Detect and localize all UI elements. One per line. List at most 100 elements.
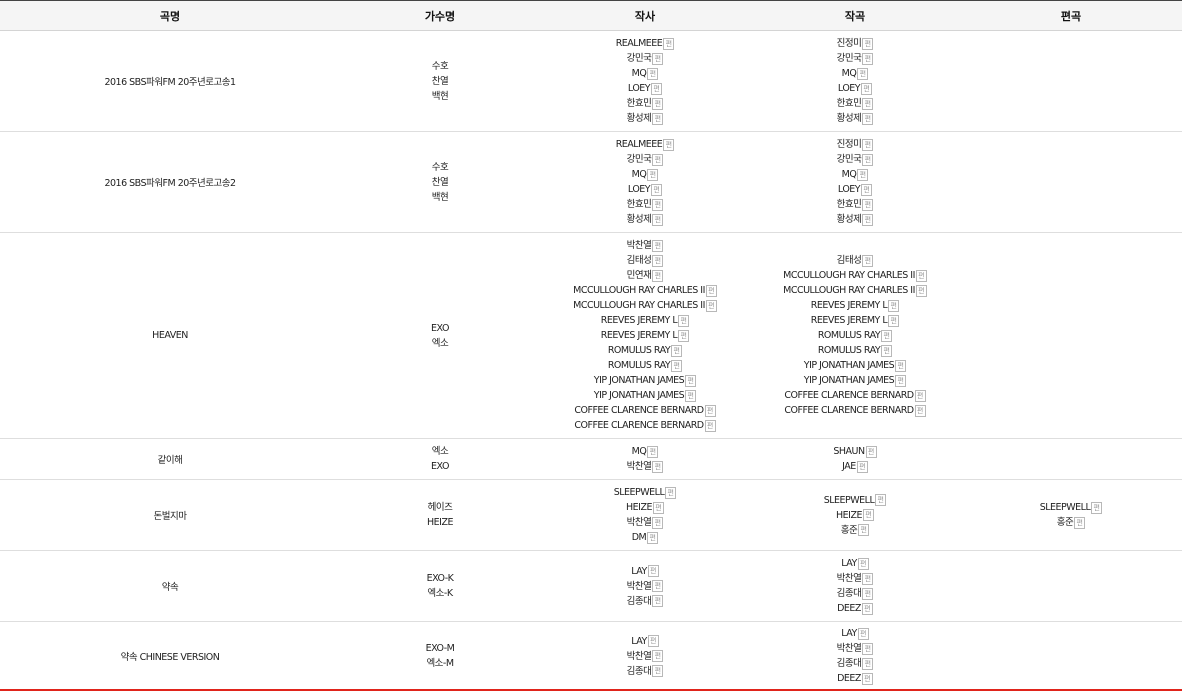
edit-badge-icon[interactable]: 편 xyxy=(652,97,664,110)
lyricist-name[interactable]: 김태성 xyxy=(627,253,652,268)
lyricist-name[interactable]: ROMULUS RAY xyxy=(608,358,671,373)
artist-name[interactable]: 백현 xyxy=(432,190,449,205)
lyricist-name[interactable]: 민연재 xyxy=(627,268,652,283)
edit-badge-icon[interactable]: 편 xyxy=(888,314,900,327)
artist-name[interactable]: 백현 xyxy=(432,89,449,104)
composer-name[interactable]: SHAUN xyxy=(833,444,865,459)
composer-name[interactable]: 박찬열 xyxy=(837,571,862,586)
artist-name[interactable]: 수호 xyxy=(432,160,449,175)
artist-name[interactable]: EXO xyxy=(431,321,449,336)
edit-badge-icon[interactable]: 편 xyxy=(671,344,683,357)
composer-name[interactable]: 진정미 xyxy=(837,36,862,51)
edit-badge-icon[interactable]: 편 xyxy=(856,460,868,473)
edit-badge-icon[interactable]: 편 xyxy=(857,557,869,570)
edit-badge-icon[interactable]: 편 xyxy=(862,198,874,211)
lyricist-name[interactable]: 박찬열 xyxy=(627,515,652,530)
edit-badge-icon[interactable]: 편 xyxy=(671,359,683,372)
composer-name[interactable]: LOEY xyxy=(838,182,861,197)
edit-badge-icon[interactable]: 편 xyxy=(647,168,659,181)
lyricist-name[interactable]: LAY xyxy=(631,634,647,649)
song-title[interactable]: 같이해 xyxy=(0,438,340,480)
lyricist-name[interactable]: 박찬열 xyxy=(627,579,652,594)
edit-badge-icon[interactable]: 편 xyxy=(895,359,907,372)
lyricist-name[interactable]: REALMEEE xyxy=(616,36,663,51)
composer-name[interactable]: 한효민 xyxy=(837,197,862,212)
lyricist-name[interactable]: MQ xyxy=(632,66,647,81)
edit-badge-icon[interactable]: 편 xyxy=(652,254,664,267)
edit-badge-icon[interactable]: 편 xyxy=(663,37,675,50)
edit-badge-icon[interactable]: 편 xyxy=(704,404,716,417)
composer-name[interactable]: MCCULLOUGH RAY CHARLES II xyxy=(783,283,915,298)
lyricist-name[interactable]: 박찬열 xyxy=(627,238,652,253)
song-title[interactable]: 돈벌지마 xyxy=(0,479,340,551)
edit-badge-icon[interactable]: 편 xyxy=(857,168,869,181)
edit-badge-icon[interactable]: 편 xyxy=(685,389,697,402)
edit-badge-icon[interactable]: 편 xyxy=(652,650,664,662)
composer-name[interactable]: LAY xyxy=(841,626,857,641)
lyricist-name[interactable]: COFFEE CLARENCE BERNARD xyxy=(574,403,704,418)
edit-badge-icon[interactable]: 편 xyxy=(652,501,664,514)
composer-name[interactable]: SLEEPWELL xyxy=(824,493,875,508)
lyricist-name[interactable]: MCCULLOUGH RAY CHARLES II xyxy=(573,298,705,313)
edit-badge-icon[interactable]: 편 xyxy=(678,329,690,342)
lyricist-name[interactable]: 박찬열 xyxy=(627,649,652,664)
artist-name[interactable]: 엑소-M xyxy=(426,656,454,671)
edit-badge-icon[interactable]: 편 xyxy=(862,52,874,65)
edit-badge-icon[interactable]: 편 xyxy=(888,299,900,312)
lyricist-name[interactable]: YIP JONATHAN JAMES xyxy=(594,373,685,388)
edit-badge-icon[interactable]: 편 xyxy=(862,138,874,151)
composer-name[interactable]: 황성제 xyxy=(837,111,862,126)
edit-badge-icon[interactable]: 편 xyxy=(652,112,664,125)
composer-name[interactable]: 김종대 xyxy=(837,656,862,671)
edit-badge-icon[interactable]: 편 xyxy=(862,509,874,521)
lyricist-name[interactable]: 김종대 xyxy=(627,594,652,609)
composer-name[interactable]: MQ xyxy=(842,167,857,182)
edit-badge-icon[interactable]: 편 xyxy=(652,269,664,282)
edit-badge-icon[interactable]: 편 xyxy=(862,112,874,125)
edit-badge-icon[interactable]: 편 xyxy=(862,213,874,226)
lyricist-name[interactable]: REALMEEE xyxy=(616,137,663,152)
edit-badge-icon[interactable]: 편 xyxy=(652,153,664,166)
edit-badge-icon[interactable]: 편 xyxy=(651,183,663,196)
edit-badge-icon[interactable]: 편 xyxy=(858,524,870,536)
composer-name[interactable]: COFFEE CLARENCE BERNARD xyxy=(784,403,914,418)
edit-badge-icon[interactable]: 편 xyxy=(651,82,663,95)
artist-name[interactable]: 찬열 xyxy=(432,175,449,190)
lyricist-name[interactable]: LAY xyxy=(631,564,647,579)
lyricist-name[interactable]: 김종대 xyxy=(627,664,652,679)
edit-badge-icon[interactable]: 편 xyxy=(652,213,664,226)
composer-name[interactable]: 홍준 xyxy=(841,523,858,538)
song-title[interactable]: 2016 SBS파워FM 20주년로고송2 xyxy=(0,131,340,233)
artist-name[interactable]: 엑소 xyxy=(432,444,449,459)
lyricist-name[interactable]: YIP JONATHAN JAMES xyxy=(594,388,685,403)
edit-badge-icon[interactable]: 편 xyxy=(652,460,664,473)
edit-badge-icon[interactable]: 편 xyxy=(652,580,664,592)
edit-badge-icon[interactable]: 편 xyxy=(652,516,664,529)
edit-badge-icon[interactable]: 편 xyxy=(914,389,926,402)
edit-badge-icon[interactable]: 편 xyxy=(862,37,874,50)
song-title[interactable]: HEAVEN xyxy=(0,232,340,439)
edit-badge-icon[interactable]: 편 xyxy=(678,314,690,327)
edit-badge-icon[interactable]: 편 xyxy=(865,445,877,458)
lyricist-name[interactable]: LOEY xyxy=(628,182,651,197)
lyricist-name[interactable]: HEIZE xyxy=(626,500,652,515)
edit-badge-icon[interactable]: 편 xyxy=(915,284,927,297)
edit-badge-icon[interactable]: 편 xyxy=(705,284,717,297)
composer-name[interactable]: 박찬열 xyxy=(837,641,862,656)
edit-badge-icon[interactable]: 편 xyxy=(881,344,893,357)
edit-badge-icon[interactable]: 편 xyxy=(652,595,664,607)
artist-name[interactable]: 엑소 xyxy=(432,336,449,351)
composer-name[interactable]: REEVES JEREMY L xyxy=(811,313,888,328)
edit-badge-icon[interactable]: 편 xyxy=(895,374,907,387)
lyricist-name[interactable]: COFFEE CLARENCE BERNARD xyxy=(574,418,704,433)
edit-badge-icon[interactable]: 편 xyxy=(862,642,874,655)
song-title[interactable]: 약속 xyxy=(0,550,340,622)
composer-name[interactable]: 진정미 xyxy=(837,137,862,152)
composer-name[interactable]: 강민국 xyxy=(837,152,862,167)
edit-badge-icon[interactable]: 편 xyxy=(704,419,716,432)
edit-badge-icon[interactable]: 편 xyxy=(857,67,869,80)
edit-badge-icon[interactable]: 편 xyxy=(915,269,927,282)
lyricist-name[interactable]: MCCULLOUGH RAY CHARLES II xyxy=(573,283,705,298)
composer-name[interactable]: ROMULUS RAY xyxy=(818,343,881,358)
arranger-name[interactable]: 홍준 xyxy=(1057,515,1074,530)
